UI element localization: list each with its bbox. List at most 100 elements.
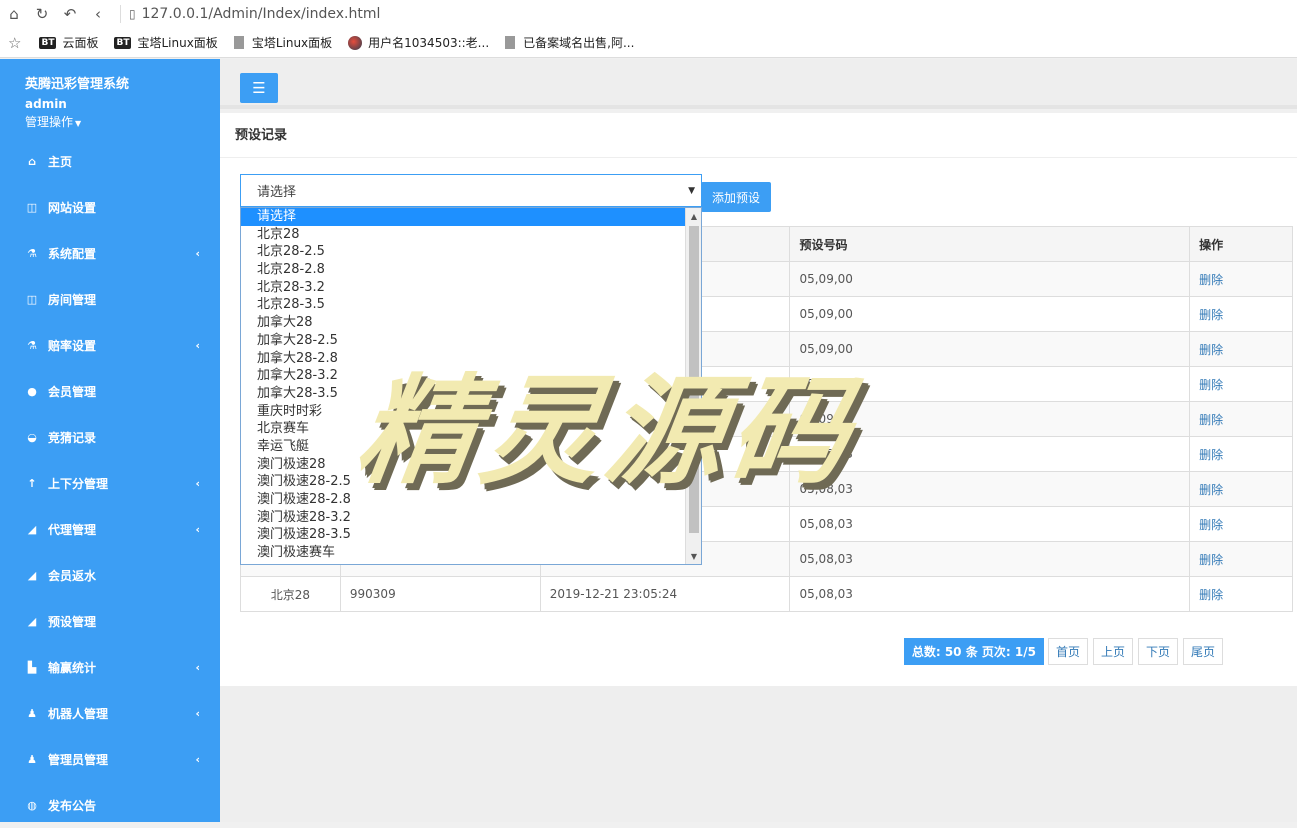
sidebar-item-label: 代理管理 xyxy=(48,522,97,537)
dropdown-option[interactable]: 澳门极速28-3.2 xyxy=(241,509,701,527)
sidebar-item[interactable]: ◢ 会员返水 xyxy=(0,552,220,598)
home-icon[interactable]: ⌂ xyxy=(0,0,28,28)
table-cell: 删除 xyxy=(1189,541,1293,577)
sidebar-item[interactable]: ↑ 上下分管理 ‹ xyxy=(0,460,220,506)
table-cell: 北京28 xyxy=(240,576,341,612)
comment-icon: ◍ xyxy=(27,798,37,812)
back-icon[interactable]: ‹ xyxy=(84,0,112,28)
bookmark-item[interactable]: 宝塔Linux面板 xyxy=(233,34,333,51)
sidebar-item[interactable]: ⚗ 系统配置 ‹ xyxy=(0,230,220,276)
delete-link[interactable]: 删除 xyxy=(1199,588,1223,602)
bookmarks-bar: ☆ BT 云面板 BT 宝塔Linux面板 宝塔Linux面板 用户名1034503… xyxy=(0,28,1297,58)
table-cell: 删除 xyxy=(1189,296,1293,332)
sidebar-item-label: 主页 xyxy=(48,154,73,169)
bookmark-item[interactable]: BT 宝塔Linux面板 xyxy=(114,34,218,51)
first-page-button[interactable]: 首页 xyxy=(1047,638,1088,665)
send-icon: ◢ xyxy=(27,614,37,628)
sidebar-menu: ⌂ 主页 ◫ 网站设置 ⚗ 系统配置 ‹ ◫ 房间管理 ⚗ 赔率设置 ‹ ● 会员管理 ◒ 竞猜记录 ↑ 上下分管… xyxy=(0,138,220,828)
dropdown-option[interactable]: 北京28-2.8 xyxy=(241,261,701,279)
bt-badge-icon: BT xyxy=(114,36,132,49)
table-cell: 05,09,00 xyxy=(789,261,1191,297)
sidebar-item-label: 会员返水 xyxy=(48,568,97,583)
lottery-select[interactable]: 请选择 ▼ xyxy=(240,174,702,207)
scroll-down-icon[interactable]: ▼ xyxy=(686,548,701,564)
globe-icon xyxy=(348,35,363,50)
dropdown-option[interactable]: 澳门极速28-3.5 xyxy=(241,526,701,544)
chevron-left-icon: ‹ xyxy=(195,476,200,490)
scroll-up-icon[interactable]: ▲ xyxy=(686,208,701,224)
reload-icon[interactable]: ↻ xyxy=(28,0,56,28)
next-page-button[interactable]: 下页 xyxy=(1137,638,1178,665)
sidebar-item-label: 管理员管理 xyxy=(48,752,109,767)
add-preset-button[interactable]: 添加预设 xyxy=(701,182,771,212)
hamburger-icon: ☰ xyxy=(252,79,266,97)
table-cell: 删除 xyxy=(1189,331,1293,367)
sidebar-item[interactable]: ◍ 发布公告 xyxy=(0,782,220,828)
bookmark-label: 云面板 xyxy=(62,36,99,50)
delete-link[interactable]: 删除 xyxy=(1199,553,1223,567)
delete-link[interactable]: 删除 xyxy=(1199,448,1223,462)
dropdown-option[interactable]: 北京28-3.5 xyxy=(241,296,701,314)
dropdown-option[interactable]: 加拿大28 xyxy=(241,314,701,332)
sidebar-item[interactable]: ◫ 网站设置 xyxy=(0,184,220,230)
table-cell: 删除 xyxy=(1189,576,1293,612)
sidebar-item[interactable]: ▙ 输赢统计 ‹ xyxy=(0,644,220,690)
table-cell: 05,08,03 xyxy=(789,506,1191,542)
delete-link[interactable]: 删除 xyxy=(1199,378,1223,392)
watermark: 精灵源码 xyxy=(348,361,865,500)
undo-icon[interactable]: ↶ xyxy=(56,0,84,28)
sidebar-item[interactable]: ⚗ 赔率设置 ‹ xyxy=(0,322,220,368)
dropdown-option[interactable]: 北京28-2.5 xyxy=(241,243,701,261)
user-ops-label: 管理操作 xyxy=(25,115,74,129)
doc-icon xyxy=(505,36,516,49)
dropdown-option[interactable]: 澳门极速赛车 xyxy=(241,544,701,562)
prev-page-button[interactable]: 上页 xyxy=(1092,638,1133,665)
bookmark-label: 用户名1034503::老... xyxy=(368,36,490,50)
delete-link[interactable]: 删除 xyxy=(1199,413,1223,427)
delete-link[interactable]: 删除 xyxy=(1199,308,1223,322)
bookmark-label: 宝塔Linux面板 xyxy=(251,36,333,50)
sidebar-item-label: 发布公告 xyxy=(48,798,97,813)
dropdown-option[interactable]: 北京28 xyxy=(241,226,701,244)
sidebar-item-label: 房间管理 xyxy=(48,292,97,307)
table-row: 北京28 990309 2019-12-21 23:05:24 05,08,03 删除 xyxy=(240,576,1293,612)
bookmark-item[interactable]: BT 云面板 xyxy=(39,34,98,51)
sidebar-item[interactable]: ◫ 房间管理 xyxy=(0,276,220,322)
bar-chart-icon: ▙ xyxy=(27,660,37,674)
sidebar-item[interactable]: ⌂ 主页 xyxy=(0,138,220,184)
sidebar-item[interactable]: ◢ 代理管理 ‹ xyxy=(0,506,220,552)
user-ops-dropdown[interactable]: 管理操作 ▼ xyxy=(0,113,220,130)
last-page-button[interactable]: 尾页 xyxy=(1182,638,1223,665)
column-header: 操作 xyxy=(1189,226,1293,262)
delete-link[interactable]: 删除 xyxy=(1199,483,1223,497)
caret-down-icon: ▼ xyxy=(75,119,82,128)
page-title: 预设记录 xyxy=(220,113,1297,158)
sidebar-item[interactable]: ◢ 预设管理 xyxy=(0,598,220,644)
pagination: 总数: 50 条 页次: 1/5 首页 上页 下页 尾页 xyxy=(903,638,1228,665)
dropdown-option[interactable]: 北京28-3.2 xyxy=(241,279,701,297)
flask-icon: ⚗ xyxy=(27,338,37,352)
star-icon[interactable]: ☆ xyxy=(8,34,21,52)
sidebar-item-label: 上下分管理 xyxy=(48,476,109,491)
sidebar-item-label: 会员管理 xyxy=(48,384,97,399)
sidebar-item[interactable]: ◒ 竞猜记录 xyxy=(0,414,220,460)
table-cell: 删除 xyxy=(1189,436,1293,472)
dropdown-option[interactable]: 请选择 xyxy=(241,208,701,226)
sidebar-item[interactable]: ● 会员管理 xyxy=(0,368,220,414)
male-icon: ♟ xyxy=(27,752,37,766)
bookmark-item[interactable]: 用户名1034503::老... xyxy=(348,34,489,51)
sidebar-item[interactable]: ♟ 机器人管理 ‹ xyxy=(0,690,220,736)
chevron-left-icon: ‹ xyxy=(195,706,200,720)
table-cell: 05,09,00 xyxy=(789,296,1191,332)
delete-link[interactable]: 删除 xyxy=(1199,343,1223,357)
url-field[interactable]: 127.0.0.1/Admin/Index/index.html xyxy=(142,6,381,22)
sidebar-item[interactable]: ♟ 管理员管理 ‹ xyxy=(0,736,220,782)
sidebar-item-label: 系统配置 xyxy=(48,246,97,261)
bookmark-item[interactable]: 已备案域名出售,阿... xyxy=(505,34,634,51)
menu-toggle-button[interactable]: ☰ xyxy=(240,73,278,103)
male-icon: ♟ xyxy=(27,706,37,720)
delete-link[interactable]: 删除 xyxy=(1199,518,1223,532)
delete-link[interactable]: 删除 xyxy=(1199,273,1223,287)
chevron-left-icon: ‹ xyxy=(195,660,200,674)
user-name: admin xyxy=(25,97,67,111)
